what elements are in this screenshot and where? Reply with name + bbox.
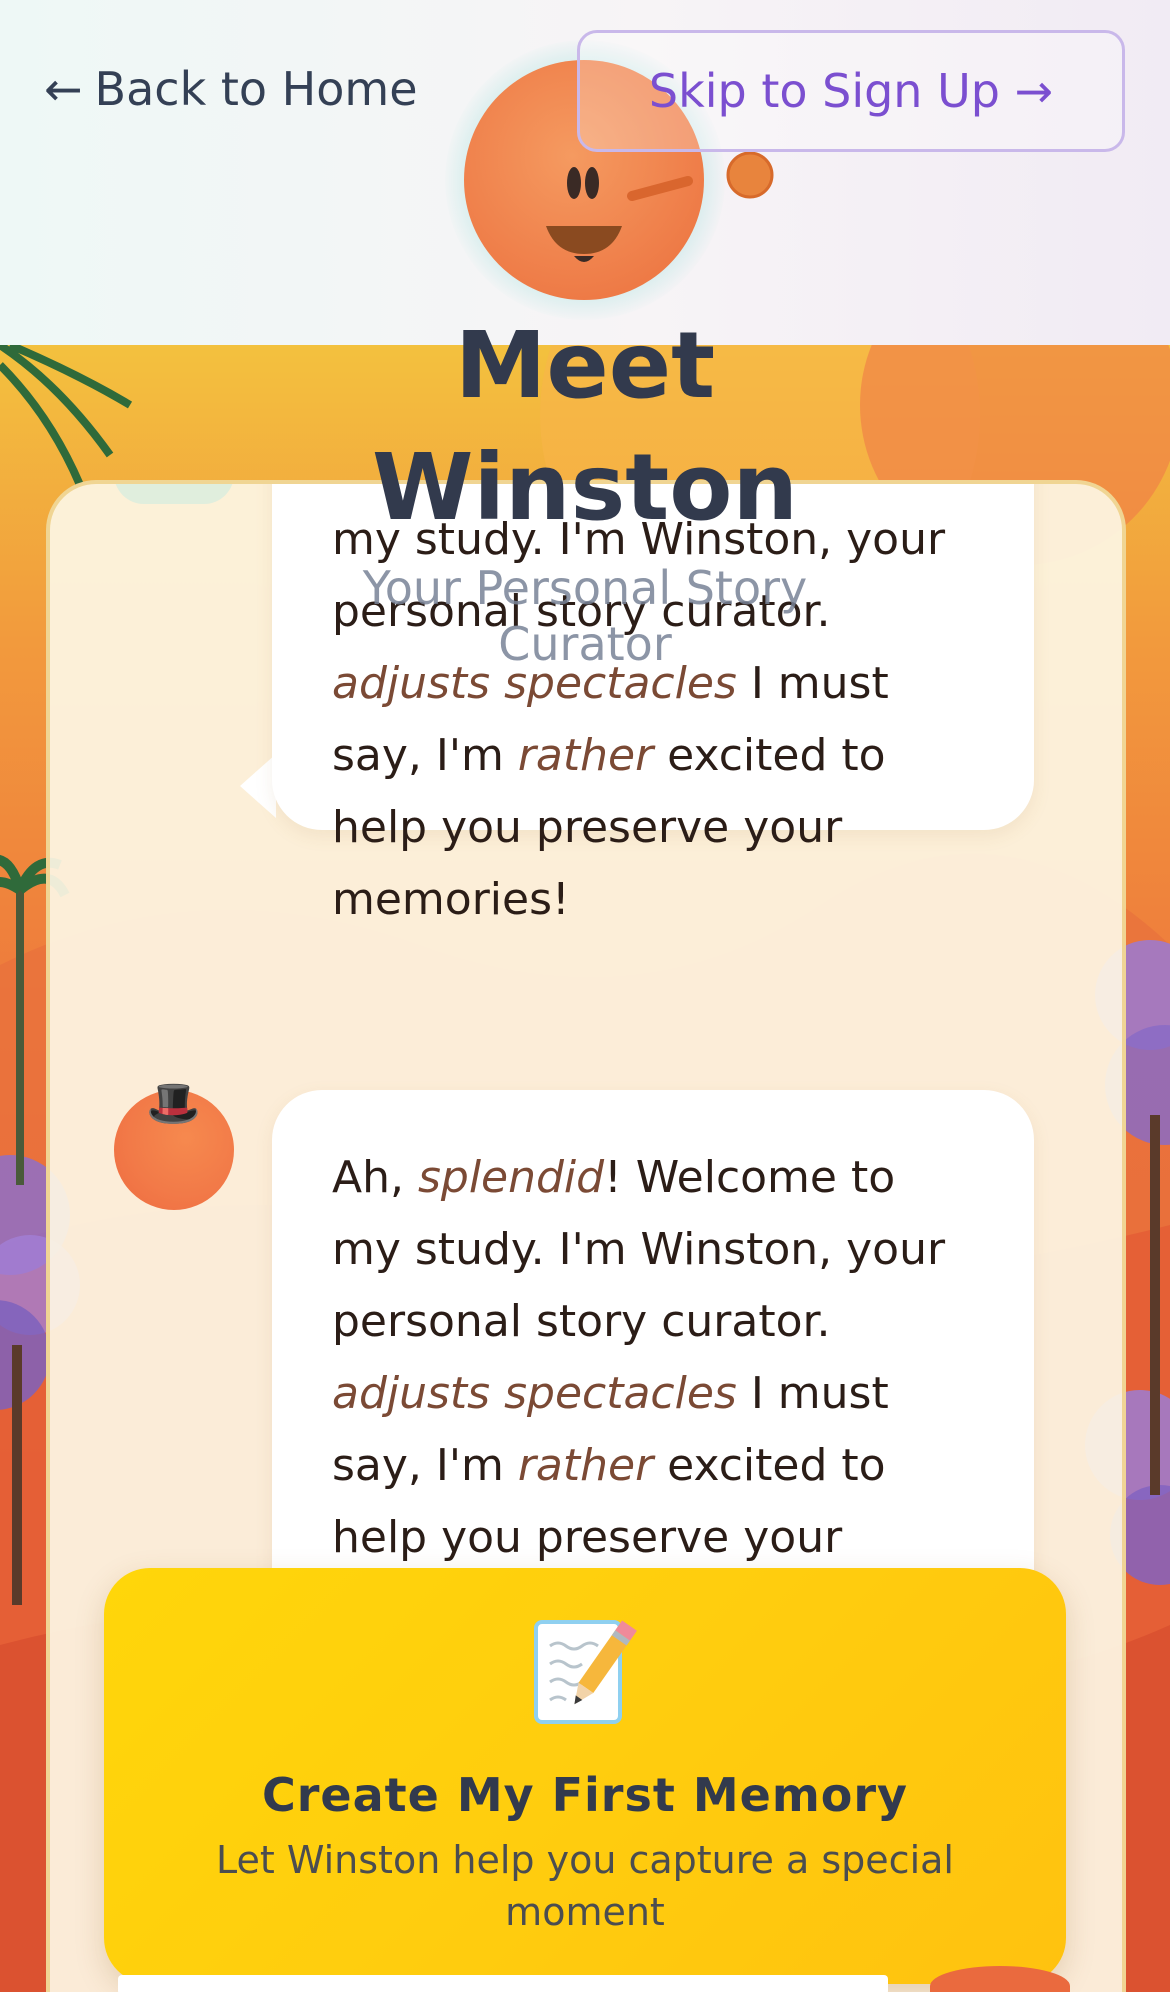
top-hat-icon: 🎩	[146, 1078, 201, 1129]
arrow-right-icon: →	[1014, 64, 1054, 118]
message-emphasis: splendid	[417, 1152, 605, 1203]
page-subtitle: Your Personal Story Curator	[285, 560, 885, 672]
chat-message: Ah, splendid! Welcome to my study. I'm W…	[272, 1090, 1034, 1650]
message-emphasis: rather	[517, 730, 654, 781]
title-line: Winston	[372, 434, 798, 541]
subtitle-line: Your Personal Story	[362, 561, 808, 615]
skip-to-sign-up-button[interactable]: Skip to Sign Up →	[577, 30, 1125, 152]
create-first-memory-button[interactable]: Create My First Memory Let Winston help …	[104, 1568, 1066, 1984]
arrow-left-icon: ←	[44, 62, 83, 116]
subtitle-line: Curator	[498, 617, 672, 671]
cta-subtitle: Let Winston help you capture a special m…	[216, 1838, 954, 1934]
title-line: Meet	[454, 312, 716, 419]
skip-label: Skip to Sign Up	[648, 64, 1000, 118]
page-title: Meet Winston	[285, 305, 885, 549]
next-card-edge	[118, 1975, 888, 1992]
memo-pencil-icon	[534, 1620, 637, 1724]
message-emphasis: rather	[517, 1440, 654, 1491]
avatar-fragment	[114, 484, 234, 504]
message-text: Ah,	[332, 1152, 418, 1203]
back-to-home-label: Back to Home	[94, 62, 418, 116]
message-action: adjusts spectacles	[332, 1368, 737, 1419]
bubble-tail	[240, 754, 276, 818]
back-to-home-link[interactable]: ← Back to Home	[44, 62, 418, 116]
monocle-icon	[726, 151, 774, 199]
cta-title: Create My First Memory	[261, 1768, 909, 1822]
